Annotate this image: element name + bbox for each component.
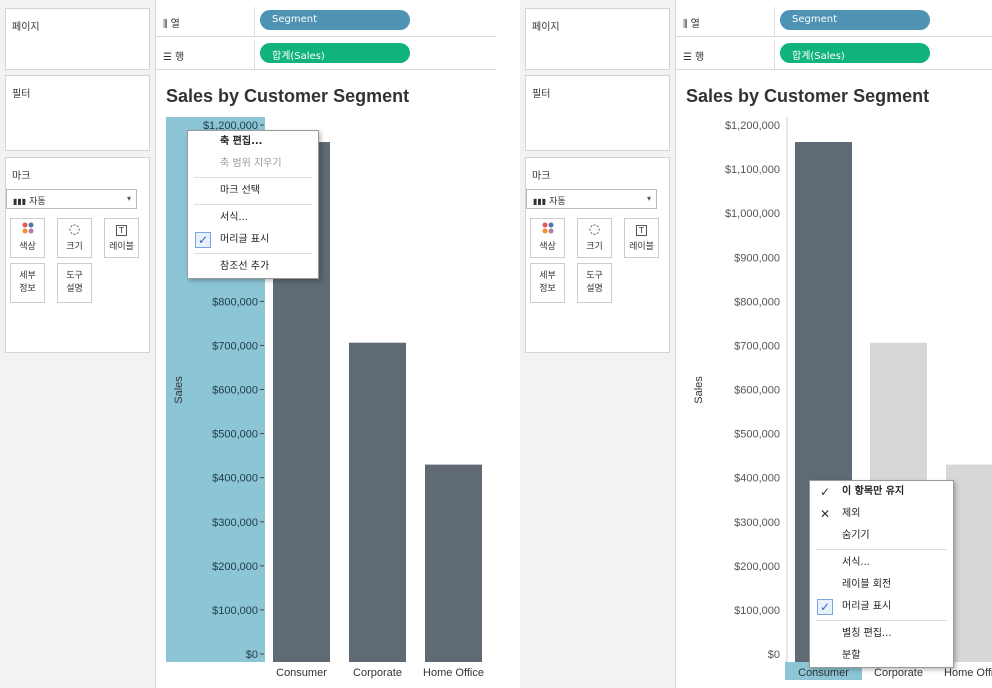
- menu-separator: [194, 204, 312, 205]
- bar-chart: $0 $100,000 $200,000 $300,000 $400,000 $500,0…: [166, 117, 484, 679]
- y-tick-label: $100,000: [734, 605, 780, 617]
- y-tick-label: $800,000: [734, 296, 780, 308]
- y-tick-label: $500,000: [734, 429, 780, 441]
- menu-item[interactable]: ✓ 머리글 표시: [188, 229, 318, 251]
- menu-separator: [816, 549, 947, 550]
- menu-item-label: 이 항목만 유지: [842, 486, 905, 497]
- menu-item[interactable]: 참조선 추가: [188, 256, 318, 278]
- y-tick-label: $900,000: [734, 252, 780, 264]
- right-worksheet: 페이지 필터 마크 ▮▮▮ 자동 ▾ 색상 ◌ 크기 T 레이블 세부 정보 도…: [520, 0, 992, 688]
- y-tick-label: $300,000: [212, 517, 258, 529]
- menu-item[interactable]: ✓ 머리글 표시: [810, 596, 953, 618]
- y-axis-label: Sales: [693, 376, 705, 404]
- menu-item[interactable]: ✓ 이 항목만 유지: [810, 481, 953, 503]
- menu-item[interactable]: 서식...: [810, 552, 953, 574]
- x-category-label: Home Office: [944, 667, 992, 679]
- y-tick-label: $200,000: [212, 561, 258, 573]
- x-category-label: Home Office: [423, 667, 484, 679]
- menu-item-label: 서식...: [842, 557, 870, 568]
- y-tick-label: $700,000: [734, 340, 780, 352]
- menu-separator: [194, 253, 312, 254]
- menu-item-label: 머리글 표시: [220, 234, 270, 245]
- menu-item-label: 축 편집...: [220, 136, 263, 147]
- menu-item-label: 축 범위 지우기: [220, 158, 282, 169]
- menu-separator: [194, 177, 312, 178]
- x-category-label: Consumer: [276, 667, 327, 679]
- menu-item-label: 참조선 추가: [220, 261, 270, 272]
- menu-item-label: 서식...: [220, 212, 248, 223]
- checkmark-icon: ✓: [817, 599, 833, 615]
- y-tick-label: $200,000: [734, 561, 780, 573]
- menu-separator: [816, 620, 947, 621]
- menu-item-label: 제외: [842, 508, 861, 519]
- x-category-label: Corporate: [353, 667, 402, 679]
- menu-item[interactable]: 숨기기: [810, 525, 953, 547]
- y-tick-label: $700,000: [212, 340, 258, 352]
- y-tick-label: $100,000: [212, 605, 258, 617]
- y-tick-label: $300,000: [734, 517, 780, 529]
- menu-item[interactable]: 축 편집...: [188, 131, 318, 153]
- menu-item[interactable]: ✕ 제외: [810, 503, 953, 525]
- menu-item-label: 분할: [842, 650, 861, 661]
- y-tick-label: $500,000: [212, 429, 258, 441]
- y-tick-label: $800,000: [212, 296, 258, 308]
- menu-item[interactable]: 마크 선택: [188, 180, 318, 202]
- menu-item[interactable]: 별칭 편집...: [810, 623, 953, 645]
- bar-home-office: [425, 464, 482, 662]
- y-tick-label: $1,100,000: [725, 164, 780, 176]
- checkmark-icon: ✓: [819, 485, 831, 499]
- menu-item[interactable]: 레이블 회전: [810, 574, 953, 596]
- header-context-menu: ✓ 이 항목만 유지 ✕ 제외숨기기서식... 레이블 회전 ✓ 머리글 표시별칭 편집..…: [809, 480, 954, 668]
- menu-item-label: 별칭 편집...: [842, 628, 892, 639]
- menu-item-label: 머리글 표시: [842, 601, 892, 612]
- y-tick-label: $600,000: [212, 385, 258, 397]
- bar-corporate: [349, 342, 406, 662]
- menu-item-label: 레이블 회전: [842, 579, 892, 590]
- x-icon: ✕: [819, 507, 831, 521]
- axis-context-menu: 축 편집... 축 범위 지우기마크 선택서식... ✓ 머리글 표시참조선 추가: [187, 130, 319, 279]
- menu-item: 축 범위 지우기: [188, 153, 318, 175]
- y-tick-label: $1,000,000: [725, 208, 780, 220]
- left-worksheet: 페이지 필터 마크 ▮▮▮ 자동 ▾ 색상 ◌ 크기 T 레이블 세부 정보 도…: [0, 0, 496, 688]
- y-tick-label: $1,200,000: [725, 120, 780, 132]
- y-tick-label: $400,000: [212, 473, 258, 485]
- y-tick-label: $0: [246, 649, 258, 661]
- y-tick-label: $400,000: [734, 473, 780, 485]
- menu-item-label: 숨기기: [842, 530, 870, 541]
- y-tick-label: $600,000: [734, 385, 780, 397]
- y-tick-label: $0: [768, 649, 780, 661]
- menu-item[interactable]: 서식...: [188, 207, 318, 229]
- x-category-label: Corporate: [874, 667, 923, 679]
- y-axis-label: Sales: [173, 376, 185, 404]
- menu-item-label: 마크 선택: [220, 185, 260, 196]
- checkmark-icon: ✓: [195, 232, 211, 248]
- x-category-label: Consumer: [798, 667, 849, 679]
- menu-item[interactable]: 분할: [810, 645, 953, 667]
